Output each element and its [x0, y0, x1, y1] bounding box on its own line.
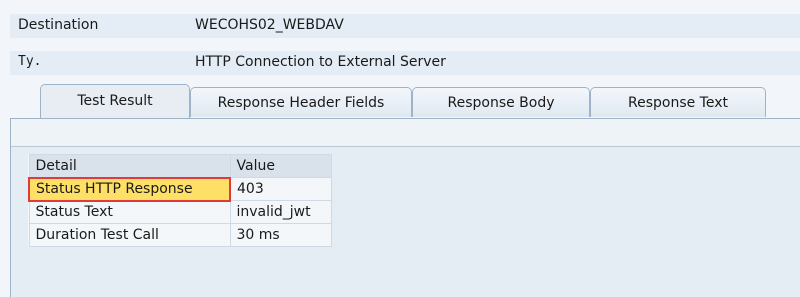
tab-response-body[interactable]: Response Body [412, 87, 590, 117]
cell-value-duration-test-call[interactable]: 30 ms [229, 223, 332, 247]
cell-detail-duration-test-call[interactable]: Duration Test Call [28, 223, 231, 247]
table-row: Status HTTP Response 403 [28, 176, 332, 202]
result-table: Detail Value Status HTTP Response 403 St… [28, 154, 332, 247]
destination-row: Destination WECOHS02_WEBDAV [10, 14, 800, 38]
panel-toolbar-strip [11, 119, 800, 147]
cell-value-status-http-response[interactable]: 403 [229, 177, 332, 201]
destination-label: Destination [18, 17, 99, 33]
cell-detail-status-text[interactable]: Status Text [28, 200, 231, 224]
column-header-detail[interactable]: Detail [28, 154, 231, 178]
destination-value: WECOHS02_WEBDAV [195, 17, 344, 33]
column-header-value[interactable]: Value [229, 154, 332, 178]
tab-response-text[interactable]: Response Text [590, 87, 766, 117]
tab-strip: Test Result Response Header Fields Respo… [10, 84, 800, 120]
tab-response-header-fields[interactable]: Response Header Fields [190, 87, 412, 117]
type-row: Ty. HTTP Connection to External Server [10, 51, 800, 75]
cell-value-status-text[interactable]: invalid_jwt [229, 200, 332, 224]
type-label: Ty. [18, 54, 42, 69]
table-row: Status Text invalid_jwt [28, 200, 332, 224]
tab-test-result[interactable]: Test Result [40, 84, 190, 118]
table-row: Duration Test Call 30 ms [28, 223, 332, 247]
type-value: HTTP Connection to External Server [195, 54, 446, 70]
cell-detail-status-http-response[interactable]: Status HTTP Response [28, 176, 231, 202]
table-header-row: Detail Value [28, 154, 332, 178]
